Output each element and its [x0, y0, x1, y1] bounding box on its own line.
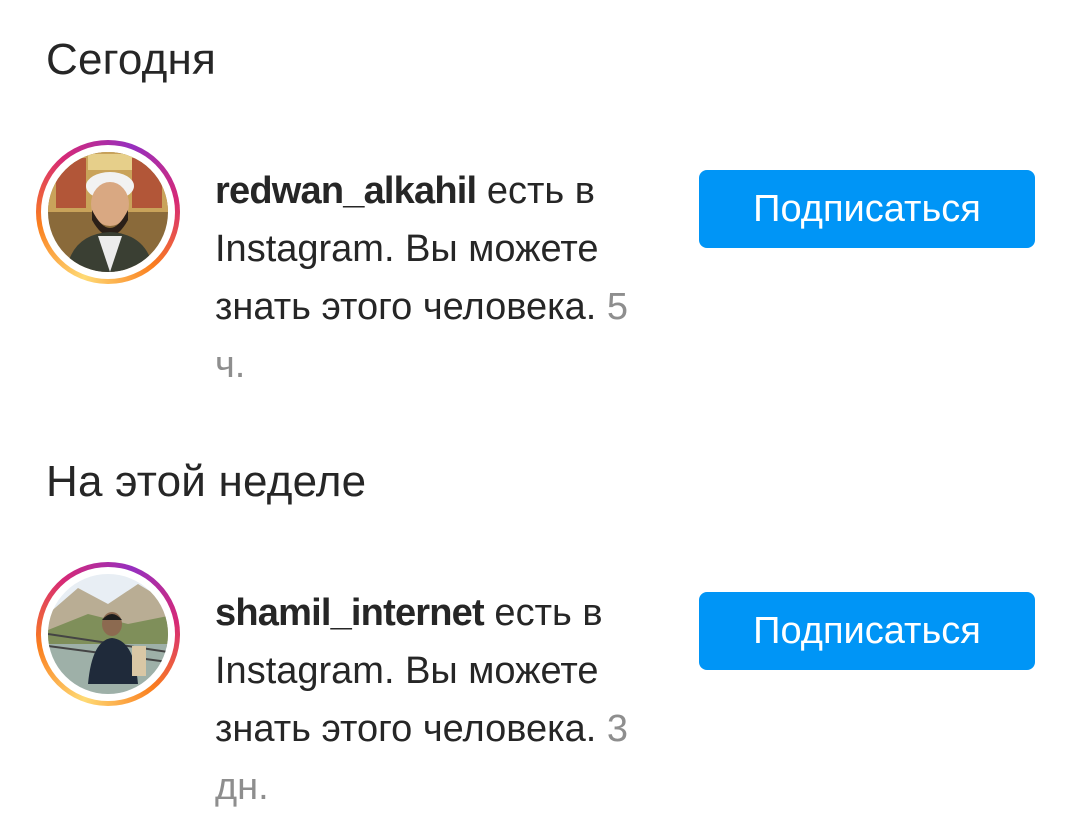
follow-button[interactable]: Подписаться	[699, 170, 1035, 248]
avatar[interactable]	[48, 152, 168, 272]
story-ring[interactable]	[36, 140, 180, 284]
notification-row[interactable]: shamil_internet есть в Instagram. Вы мож…	[0, 560, 1080, 808]
story-ring[interactable]	[36, 562, 180, 706]
notification-text: redwan_alkahil есть в Instagram. Вы може…	[215, 162, 635, 394]
notification-text: shamil_internet есть в Instagram. Вы мож…	[215, 584, 635, 816]
username-link[interactable]: redwan_alkahil	[215, 170, 477, 212]
avatar[interactable]	[48, 574, 168, 694]
notification-row[interactable]: redwan_alkahil есть в Instagram. Вы може…	[0, 138, 1080, 386]
section-title-this-week: На этой неделе	[46, 457, 367, 506]
follow-button[interactable]: Подписаться	[699, 592, 1035, 670]
username-link[interactable]: shamil_internet	[215, 592, 485, 634]
section-title-today: Сегодня	[46, 35, 217, 84]
